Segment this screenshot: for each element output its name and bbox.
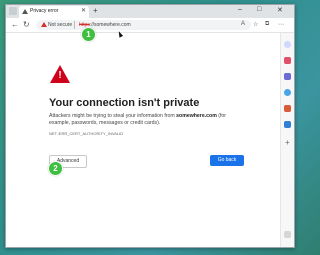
search-icon[interactable] xyxy=(284,41,291,48)
tools-icon[interactable] xyxy=(284,73,291,80)
warning-icon xyxy=(22,9,28,14)
close-window-button[interactable]: ✕ xyxy=(277,6,283,14)
add-icon[interactable]: + xyxy=(284,139,291,147)
more-menu-icon[interactable]: ⋯ xyxy=(278,21,284,28)
security-label[interactable]: Not secure xyxy=(48,22,72,28)
office-icon[interactable] xyxy=(284,105,291,112)
go-back-button[interactable]: Go back xyxy=(210,155,244,166)
error-description: Attackers might be trying to steal your … xyxy=(49,113,244,127)
games-icon[interactable] xyxy=(284,89,291,96)
error-page: ! Your connection isn't private Attacker… xyxy=(6,33,282,247)
read-aloud-icon[interactable]: A xyxy=(241,21,245,27)
favorite-star-icon[interactable]: ☆ xyxy=(253,21,258,28)
toolbar: ← ↻ Not secure https://somewhere.com A ☆… xyxy=(6,18,294,33)
description-host: somewhere.com xyxy=(176,113,217,119)
collections-icon[interactable]: ⧉ xyxy=(265,21,269,28)
page-title: Your connection isn't private xyxy=(49,97,200,109)
tab-close-icon[interactable]: ✕ xyxy=(81,7,86,14)
error-code[interactable]: NET::ERR_CERT_AUTHORITY_INVALID xyxy=(49,131,123,136)
outlook-icon[interactable] xyxy=(284,121,291,128)
shopping-icon[interactable] xyxy=(284,57,291,64)
browser-window: Privacy error ✕ + – □ ✕ ← ↻ Not secure h… xyxy=(5,4,295,248)
edge-sidebar: + xyxy=(280,33,294,247)
new-tab-button[interactable]: + xyxy=(93,6,98,15)
annotation-marker-2: 2 xyxy=(48,161,63,176)
refresh-button[interactable]: ↻ xyxy=(23,20,30,29)
divider xyxy=(74,21,75,29)
url-host: ://somewhere.com xyxy=(89,22,131,28)
back-button[interactable]: ← xyxy=(11,20,19,29)
tab-title: Privacy error xyxy=(30,8,59,14)
tab-actions-icon[interactable] xyxy=(9,7,17,15)
exclamation-icon: ! xyxy=(58,70,62,81)
maximize-button[interactable]: □ xyxy=(257,6,261,13)
minimize-button[interactable]: – xyxy=(238,6,242,13)
description-start: Attackers might be trying to steal your … xyxy=(49,113,177,119)
tab-strip: Privacy error ✕ + – □ ✕ xyxy=(6,5,294,18)
address-bar[interactable]: Not secure https://somewhere.com xyxy=(36,20,251,30)
tab-privacy-error[interactable]: Privacy error ✕ xyxy=(19,6,89,18)
annotation-marker-1: 1 xyxy=(81,27,96,42)
not-secure-icon[interactable] xyxy=(41,22,47,27)
settings-icon[interactable] xyxy=(284,231,291,238)
